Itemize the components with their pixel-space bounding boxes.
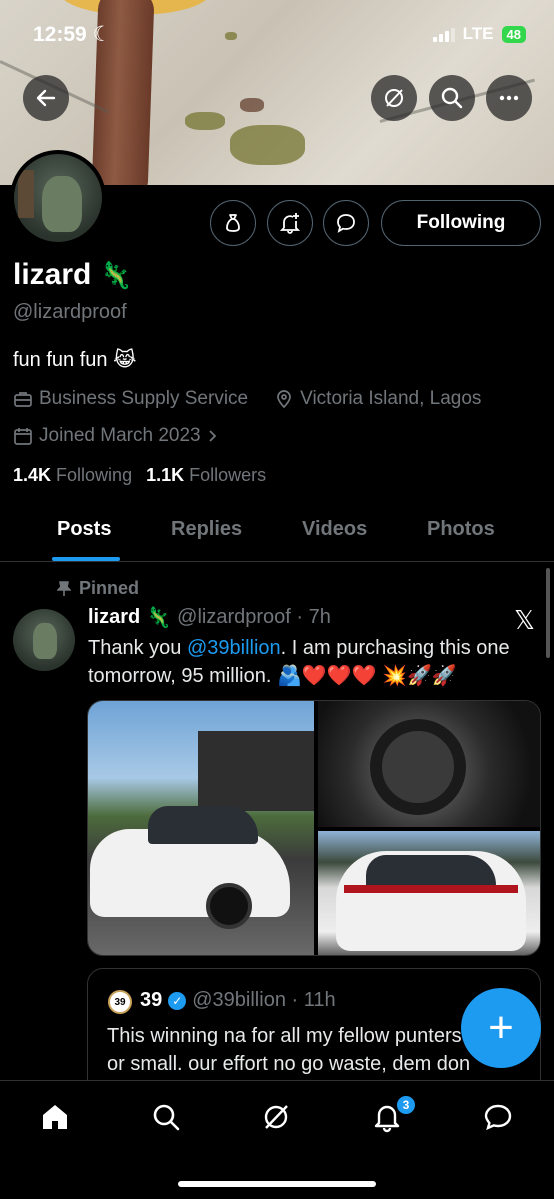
calendar-icon xyxy=(14,428,32,445)
post-handle-time: @lizardproof · 7h xyxy=(177,606,331,628)
more-icon xyxy=(499,95,519,101)
banner-herb xyxy=(185,112,225,130)
grok-icon xyxy=(264,1105,288,1129)
verified-badge-icon: ✓ xyxy=(168,991,187,1010)
tab-replies[interactable]: Replies xyxy=(171,518,242,541)
quote-handle-time: @39billion · 11h xyxy=(192,989,336,1011)
nav-home[interactable] xyxy=(37,1099,73,1135)
profile-tabs: Posts Replies Videos Photos xyxy=(0,506,554,562)
scrollbar[interactable] xyxy=(546,568,550,658)
tab-videos[interactable]: Videos xyxy=(302,518,367,541)
image-car-window xyxy=(148,806,258,844)
tab-photos[interactable]: Photos xyxy=(427,518,495,541)
grok-button[interactable] xyxy=(371,75,417,121)
status-bar: 12:59 ☾ LTE 48 xyxy=(0,18,554,54)
status-time: 12:59 ☾ xyxy=(33,22,111,47)
money-bag-icon xyxy=(226,214,240,232)
nav-search[interactable] xyxy=(148,1099,184,1135)
status-right: LTE 48 xyxy=(432,24,526,44)
following-button[interactable]: Following xyxy=(381,200,541,246)
home-icon xyxy=(43,1105,67,1129)
post-media-grid xyxy=(87,700,541,956)
profile-meta-row: Business Supply Service Victoria Island,… xyxy=(13,388,481,410)
followers-label: Followers xyxy=(189,465,267,485)
message-bubble-icon xyxy=(484,1104,512,1131)
following-stat[interactable]: 1.4K Following xyxy=(13,465,132,486)
profile-bio: fun fun fun 😹 xyxy=(13,349,137,371)
grok-icon xyxy=(385,89,403,107)
pinned-label: Pinned xyxy=(57,578,139,599)
back-arrow-icon xyxy=(36,89,56,107)
home-indicator[interactable] xyxy=(178,1181,376,1187)
post-author-emoji: 🦎 xyxy=(146,607,172,629)
tab-active-indicator xyxy=(52,557,120,561)
battery-indicator: 48 xyxy=(501,25,526,43)
moon-icon: ☾ xyxy=(92,23,112,46)
post-text: Thank you @39billion. I am purchasing th… xyxy=(88,634,543,690)
image-building xyxy=(198,731,314,811)
joined-date: Joined March 2023 xyxy=(39,425,201,446)
tip-button[interactable] xyxy=(210,200,256,246)
bell-plus-icon xyxy=(279,213,301,234)
profile-location: Victoria Island, Lagos xyxy=(300,388,482,409)
quote-header: 39 ✓ @39billion · 11h xyxy=(140,989,336,1012)
post-avatar-lizard xyxy=(33,623,57,659)
name-emoji: 🦎 xyxy=(99,260,133,290)
profile-category: Business Supply Service xyxy=(39,388,249,409)
search-button[interactable] xyxy=(429,75,475,121)
image-rear-window xyxy=(366,855,496,889)
nav-messages[interactable] xyxy=(480,1099,516,1135)
banner-herb xyxy=(240,98,264,112)
followers-stat[interactable]: 1.1K Followers xyxy=(146,465,266,486)
signal-icon xyxy=(432,26,455,42)
location-pin-icon xyxy=(277,390,291,409)
notifications-badge: 3 xyxy=(395,1094,417,1116)
briefcase-icon xyxy=(14,392,32,407)
message-button[interactable] xyxy=(323,200,369,246)
followers-count: 1.1K xyxy=(146,465,185,485)
banner-herb xyxy=(230,125,305,165)
network-label: LTE xyxy=(462,24,494,43)
post-header: lizard 🦎 @lizardproof · 7h xyxy=(88,605,331,630)
status-time-text: 12:59 xyxy=(33,23,87,46)
quote-avatar: 39 xyxy=(108,990,132,1014)
back-button[interactable] xyxy=(23,75,69,121)
notify-button[interactable] xyxy=(267,200,313,246)
image-taillight xyxy=(344,885,518,893)
joined-row[interactable]: Joined March 2023 xyxy=(13,425,219,447)
profile-handle: @lizardproof xyxy=(13,301,127,323)
search-icon xyxy=(153,1104,180,1131)
media-image-3[interactable] xyxy=(318,831,540,955)
profile-actions: Following xyxy=(0,200,554,246)
display-name-text: lizard xyxy=(13,258,92,291)
more-button[interactable] xyxy=(486,75,532,121)
image-wheel xyxy=(206,883,252,929)
steering-wheel xyxy=(370,719,466,815)
x-logo-icon: 𝕏 xyxy=(514,606,535,636)
message-bubble-icon xyxy=(337,214,355,233)
display-name: lizard 🦎 xyxy=(13,258,132,292)
post-mention-link[interactable]: @39billion xyxy=(187,637,281,659)
pin-icon xyxy=(57,580,71,596)
media-image-1[interactable] xyxy=(88,701,314,955)
nav-grok[interactable] xyxy=(258,1099,294,1135)
following-count: 1.4K xyxy=(13,465,52,485)
following-label: Following xyxy=(56,465,133,485)
quote-author: 39 xyxy=(140,989,163,1011)
post-text-prefix: Thank you xyxy=(88,637,187,659)
post-author[interactable]: lizard xyxy=(88,606,140,629)
compose-button[interactable]: + xyxy=(461,988,541,1068)
tab-posts[interactable]: Posts xyxy=(57,518,111,541)
pinned-text: Pinned xyxy=(79,578,140,598)
media-image-2[interactable] xyxy=(318,701,540,827)
search-icon xyxy=(441,87,463,109)
chevron-right-icon xyxy=(208,430,216,442)
follow-stats: 1.4K Following 1.1K Followers xyxy=(13,465,266,486)
post-avatar[interactable] xyxy=(13,609,75,671)
